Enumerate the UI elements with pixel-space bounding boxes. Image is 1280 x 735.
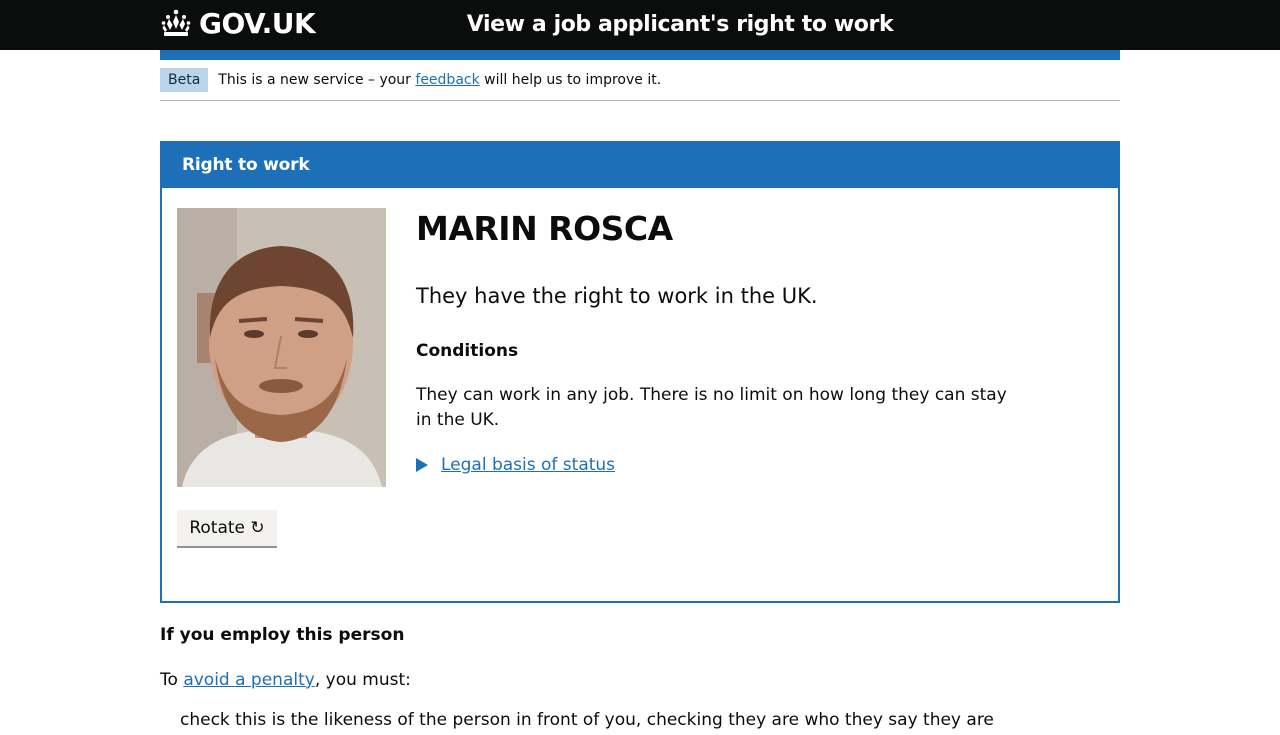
govuk-header: GOV.UK View a job applicant's right to w… [0, 0, 1280, 50]
employ-heading: If you employ this person [160, 625, 405, 645]
phase-text-after: will help us to improve it. [479, 72, 662, 88]
legal-basis-link[interactable]: Legal basis of status [441, 453, 615, 477]
penalty-text: To avoid a penalty, you must: [160, 665, 1120, 695]
service-name[interactable]: View a job applicant's right to work [440, 10, 920, 40]
guidance-list-item: check this is the likeness of the person… [180, 710, 994, 730]
applicant-portrait [177, 208, 386, 487]
conditions-text: They can work in any job. There is no li… [416, 385, 1007, 430]
applicant-photo [177, 208, 386, 487]
govuk-logo-text: GOV.UK [199, 7, 316, 40]
crown-icon [161, 9, 191, 36]
feedback-link[interactable]: feedback [415, 72, 479, 88]
govuk-logo-link[interactable]: GOV.UK [160, 6, 316, 42]
phase-banner: Beta This is a new service – your feedba… [160, 68, 1120, 101]
penalty-text-after: , you must: [314, 670, 411, 690]
right-to-work-status: They have the right to work in the UK. [416, 284, 818, 308]
beta-tag: Beta [160, 68, 209, 92]
conditions-heading: Conditions [416, 341, 519, 361]
applicant-details: MARIN ROSCA They have the right to work … [416, 203, 1036, 477]
applicant-name: MARIN ROSCA [416, 209, 673, 248]
phase-text-before: This is a new service – your [218, 72, 416, 88]
right-to-work-panel: Right to work Rotate ↻ MARIN ROSCA They … [160, 141, 1120, 603]
penalty-text-before: To [160, 670, 184, 690]
header-accent-bar [160, 50, 1120, 60]
rotate-button[interactable]: Rotate ↻ [177, 510, 277, 548]
disclosure-triangle-icon[interactable] [416, 458, 428, 472]
avoid-penalty-link[interactable]: avoid a penalty [183, 670, 315, 690]
phase-banner-text: This is a new service – your feedback wi… [218, 68, 661, 92]
employer-guidance: If you employ this person To avoid a pen… [160, 620, 1120, 735]
panel-heading: Right to work [162, 143, 1118, 188]
legal-basis-disclosure[interactable]: Legal basis of status [416, 453, 1036, 477]
